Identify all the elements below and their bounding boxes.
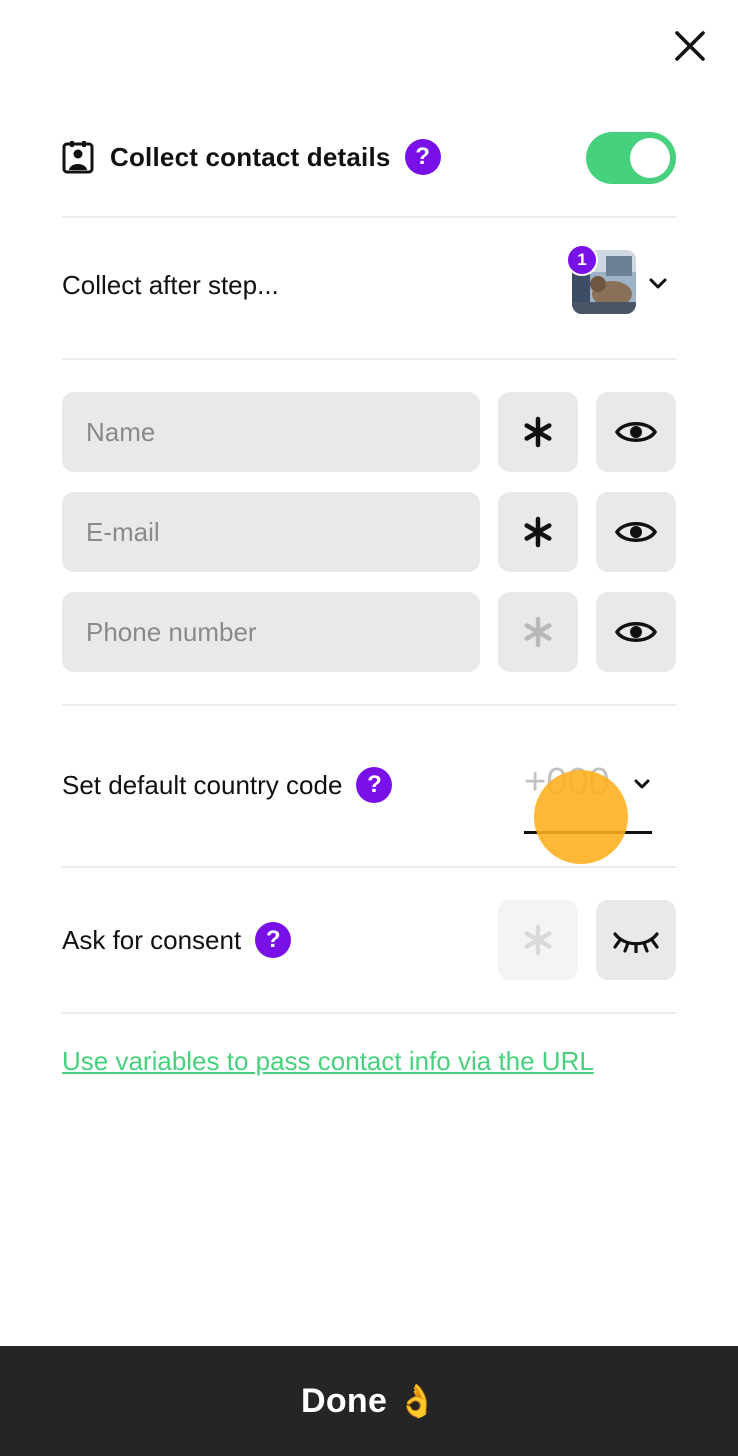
step-number-badge: 1 [566, 244, 598, 276]
consent-label: Ask for consent [62, 924, 242, 955]
eye-icon [614, 622, 658, 642]
name-required-button[interactable] [498, 392, 578, 472]
help-icon[interactable]: ? [356, 767, 393, 803]
asterisk-icon [524, 416, 552, 448]
touch-indicator [534, 770, 628, 864]
country-code-dropdown[interactable] [630, 772, 654, 796]
close-button[interactable] [668, 24, 712, 68]
toggle-knob [630, 138, 670, 178]
done-button[interactable]: Done 👌 [0, 1346, 738, 1456]
consent-visibility-button[interactable] [596, 900, 676, 980]
email-visibility-button[interactable] [596, 492, 676, 572]
divider [62, 216, 676, 218]
help-icon[interactable]: ? [255, 922, 292, 958]
eye-icon [614, 522, 658, 542]
collect-contact-header: Collect contact details ? [62, 130, 676, 184]
email-required-button[interactable] [498, 492, 578, 572]
name-visibility-button[interactable] [596, 392, 676, 472]
divider [62, 866, 676, 868]
name-field[interactable] [62, 392, 480, 472]
phone-number-field[interactable] [62, 592, 480, 672]
ok-hand-icon: 👌 [397, 1382, 438, 1420]
close-icon [675, 31, 705, 61]
contact-card-icon [62, 141, 94, 174]
done-label: Done [300, 1381, 388, 1420]
page-title: Collect contact details [110, 141, 391, 172]
asterisk-icon [524, 924, 552, 956]
consent-required-button[interactable] [498, 900, 578, 980]
asterisk-icon [524, 616, 552, 648]
phone-required-button[interactable] [498, 592, 578, 672]
collect-contact-toggle[interactable] [586, 132, 676, 184]
contact-details-panel: Collect contact details ? Collect after … [0, 0, 738, 1456]
consent-row: Ask for consent ? [62, 918, 676, 962]
eye-icon [614, 422, 658, 442]
phone-visibility-button[interactable] [596, 592, 676, 672]
email-field[interactable] [62, 492, 480, 572]
chevron-down-icon [649, 278, 667, 289]
asterisk-icon [524, 516, 552, 548]
chevron-down-icon [634, 779, 650, 789]
divider [62, 704, 676, 706]
step-dropdown-chevron[interactable] [644, 270, 672, 298]
collect-after-step-label: Collect after step... [62, 269, 279, 300]
eye-closed-icon [613, 932, 659, 953]
help-icon[interactable]: ? [404, 139, 441, 175]
url-variables-link[interactable]: Use variables to pass contact info via t… [62, 1046, 594, 1077]
country-code-label: Set default country code [62, 769, 343, 800]
divider [62, 1012, 676, 1014]
divider [62, 358, 676, 360]
